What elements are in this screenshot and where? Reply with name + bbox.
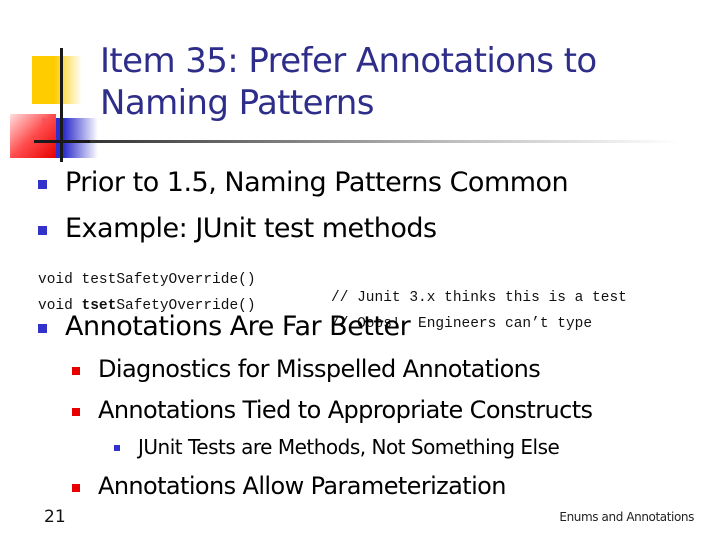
- logo-red-square: [10, 114, 56, 158]
- sub-bullet-text: Diagnostics for Misspelled Annotations: [98, 355, 541, 383]
- slide-logo-decoration: [0, 0, 110, 170]
- slide-title-line-2: Naming Patterns: [100, 83, 374, 123]
- code-comment: // Junit 3.x thinks this is a test: [331, 290, 627, 306]
- code-statement: void testSafetyOverride(): [38, 271, 256, 289]
- bullet-text: Example: JUnit test methods: [65, 213, 437, 244]
- sub-bullet-text: Annotations Tied to Appropriate Construc…: [98, 396, 593, 424]
- square-bullet-icon: [38, 324, 47, 333]
- code-method-name: testSafetyOverride(): [81, 272, 256, 288]
- square-bullet-icon: [114, 445, 120, 451]
- logo-yellow-square: [32, 56, 82, 104]
- bullet-text: Annotations Are Far Better: [65, 311, 411, 342]
- bullet-text: Prior to 1.5, Naming Patterns Common: [65, 167, 569, 198]
- square-bullet-icon: [72, 408, 80, 416]
- slide-number: 21: [44, 507, 66, 527]
- sub-sub-bullet-text: JUnit Tests are Methods, Not Something E…: [138, 435, 560, 459]
- square-bullet-icon: [38, 226, 47, 235]
- square-bullet-icon: [72, 367, 80, 375]
- square-bullet-icon: [38, 180, 47, 189]
- slide-title-line-1: Item 35: Prefer Annotations to: [100, 41, 597, 81]
- sub-bullet-text: Annotations Allow Parameterization: [98, 472, 506, 500]
- slide-title: Item 35: Prefer Annotations to Naming Pa…: [100, 40, 700, 124]
- logo-vertical-line: [60, 48, 63, 162]
- square-bullet-icon: [72, 484, 80, 492]
- slide-footer: Enums and Annotations: [559, 510, 694, 524]
- title-underline-divider: [90, 140, 680, 143]
